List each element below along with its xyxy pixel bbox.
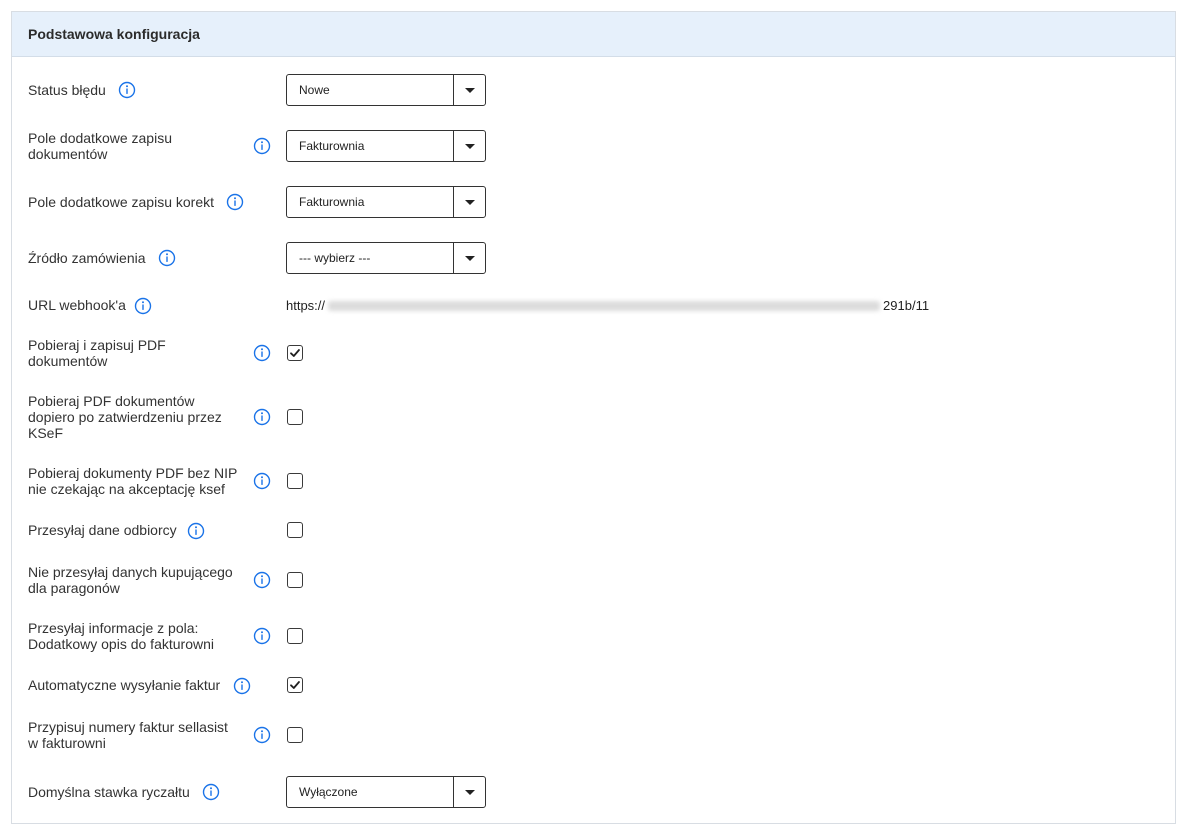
info-icon[interactable] xyxy=(134,297,152,315)
pdf-after-ksef-label-line2: dopiero po zatwierdzeniu przez xyxy=(28,409,222,425)
info-icon[interactable] xyxy=(253,344,271,362)
pdf-no-nip-label-line2: nie czekając na akceptację ksef xyxy=(28,481,225,497)
info-icon[interactable] xyxy=(118,81,136,99)
panel-title: Podstawowa konfiguracja xyxy=(12,12,1175,57)
status-select-value: Nowe xyxy=(299,83,330,97)
pdf-no-nip-label-line1: Pobieraj dokumenty PDF bez NIP xyxy=(28,465,238,481)
lump-rate-row: Domyślna stawka ryczałtu Wyłączone xyxy=(12,776,1175,808)
auto-send-row: Automatyczne wysyłanie faktur xyxy=(12,677,1175,695)
doc-field-label-line2: dokumentów xyxy=(28,146,108,162)
chevron-down-icon xyxy=(453,75,485,105)
send-recipient-checkbox[interactable] xyxy=(287,522,303,538)
webhook-url-suffix: 291b/11 xyxy=(883,298,930,313)
info-icon[interactable] xyxy=(202,783,220,801)
info-icon[interactable] xyxy=(253,571,271,589)
doc-field-label-line1: Pole dodatkowe zapisu xyxy=(28,130,172,146)
lump-rate-label: Domyślna stawka ryczałtu xyxy=(28,784,190,800)
info-icon[interactable] xyxy=(253,627,271,645)
assign-numbers-row: Przypisuj numery faktur sellasist w fakt… xyxy=(12,719,1175,751)
send-recipient-label: Przesyłaj dane odbiorcy xyxy=(28,522,177,538)
no-buyer-receipts-checkbox[interactable] xyxy=(287,572,303,588)
pdf-no-nip-row: Pobieraj dokumenty PDF bez NIP nie czeka… xyxy=(12,465,1175,497)
pdf-after-ksef-row: Pobieraj PDF dokumentów dopiero po zatwi… xyxy=(12,393,1175,441)
checkmark-icon xyxy=(290,681,300,689)
pdf-save-row: Pobieraj i zapisuj PDF dokumentów xyxy=(12,337,1175,369)
doc-field-select[interactable]: Fakturownia xyxy=(286,130,486,162)
order-source-label: Źródło zamówienia xyxy=(28,250,146,266)
info-icon[interactable] xyxy=(253,408,271,426)
webhook-url: https:// 291b/11 xyxy=(286,298,929,313)
info-icon[interactable] xyxy=(226,193,244,211)
pdf-after-ksef-label-line1: Pobieraj PDF dokumentów xyxy=(28,393,195,409)
correction-field-row: Pole dodatkowe zapisu korekt Fakturownia xyxy=(12,186,1175,218)
doc-field-row: Pole dodatkowe zapisu dokumentów Fakturo… xyxy=(12,130,1175,162)
chevron-down-icon xyxy=(453,243,485,273)
pdf-save-checkbox[interactable] xyxy=(287,345,303,361)
extra-description-checkbox[interactable] xyxy=(287,628,303,644)
status-row: Status błędu Nowe xyxy=(12,74,1175,106)
webhook-row: URL webhook'a https:// 291b/11 xyxy=(12,297,1175,315)
order-source-select[interactable]: --- wybierz --- xyxy=(286,242,486,274)
lump-rate-select[interactable]: Wyłączone xyxy=(286,776,486,808)
info-icon[interactable] xyxy=(233,677,251,695)
pdf-save-label-line1: Pobieraj i zapisuj PDF xyxy=(28,337,166,353)
pdf-no-nip-checkbox[interactable] xyxy=(287,473,303,489)
chevron-down-icon xyxy=(453,131,485,161)
config-panel: Podstawowa konfiguracja Status błędu Now… xyxy=(11,11,1176,824)
info-icon[interactable] xyxy=(253,472,271,490)
info-icon[interactable] xyxy=(158,249,176,267)
assign-numbers-label-line2: w fakturowni xyxy=(28,735,106,751)
lump-rate-select-value: Wyłączone xyxy=(299,785,358,799)
pdf-save-label-line2: dokumentów xyxy=(28,353,108,369)
pdf-after-ksef-label-line3: KSeF xyxy=(28,425,64,441)
status-select[interactable]: Nowe xyxy=(286,74,486,106)
correction-field-select-value: Fakturownia xyxy=(299,195,365,209)
assign-numbers-label-line1: Przypisuj numery faktur sellasist xyxy=(28,719,228,735)
webhook-label: URL webhook'a xyxy=(28,297,126,313)
extra-description-label-line2: Dodatkowy opis do fakturowni xyxy=(28,636,214,652)
checkmark-icon xyxy=(290,349,300,357)
correction-field-select[interactable]: Fakturownia xyxy=(286,186,486,218)
pdf-after-ksef-checkbox[interactable] xyxy=(287,409,303,425)
doc-field-select-value: Fakturownia xyxy=(299,139,365,153)
chevron-down-icon xyxy=(453,777,485,807)
webhook-url-prefix: https:// xyxy=(286,298,326,313)
info-icon[interactable] xyxy=(253,726,271,744)
auto-send-label: Automatyczne wysyłanie faktur xyxy=(28,677,221,693)
send-recipient-row: Przesyłaj dane odbiorcy xyxy=(12,522,1175,540)
chevron-down-icon xyxy=(453,187,485,217)
order-source-row: Źródło zamówienia --- wybierz --- xyxy=(12,242,1175,274)
order-source-select-value: --- wybierz --- xyxy=(299,251,371,265)
assign-numbers-checkbox[interactable] xyxy=(287,727,303,743)
no-buyer-receipts-row: Nie przesyłaj danych kupującego dla para… xyxy=(12,564,1175,596)
info-icon[interactable] xyxy=(253,137,271,155)
extra-description-label-line1: Przesyłaj informacje z pola: xyxy=(28,620,199,636)
no-buyer-receipts-label-line2: dla paragonów xyxy=(28,580,120,596)
no-buyer-receipts-label-line1: Nie przesyłaj danych kupującego xyxy=(28,564,233,580)
correction-field-label: Pole dodatkowe zapisu korekt xyxy=(28,194,214,210)
extra-description-row: Przesyłaj informacje z pola: Dodatkowy o… xyxy=(12,620,1175,652)
info-icon[interactable] xyxy=(187,522,205,540)
status-label: Status błędu xyxy=(28,82,106,98)
auto-send-checkbox[interactable] xyxy=(287,677,303,693)
webhook-url-redacted xyxy=(328,300,881,311)
